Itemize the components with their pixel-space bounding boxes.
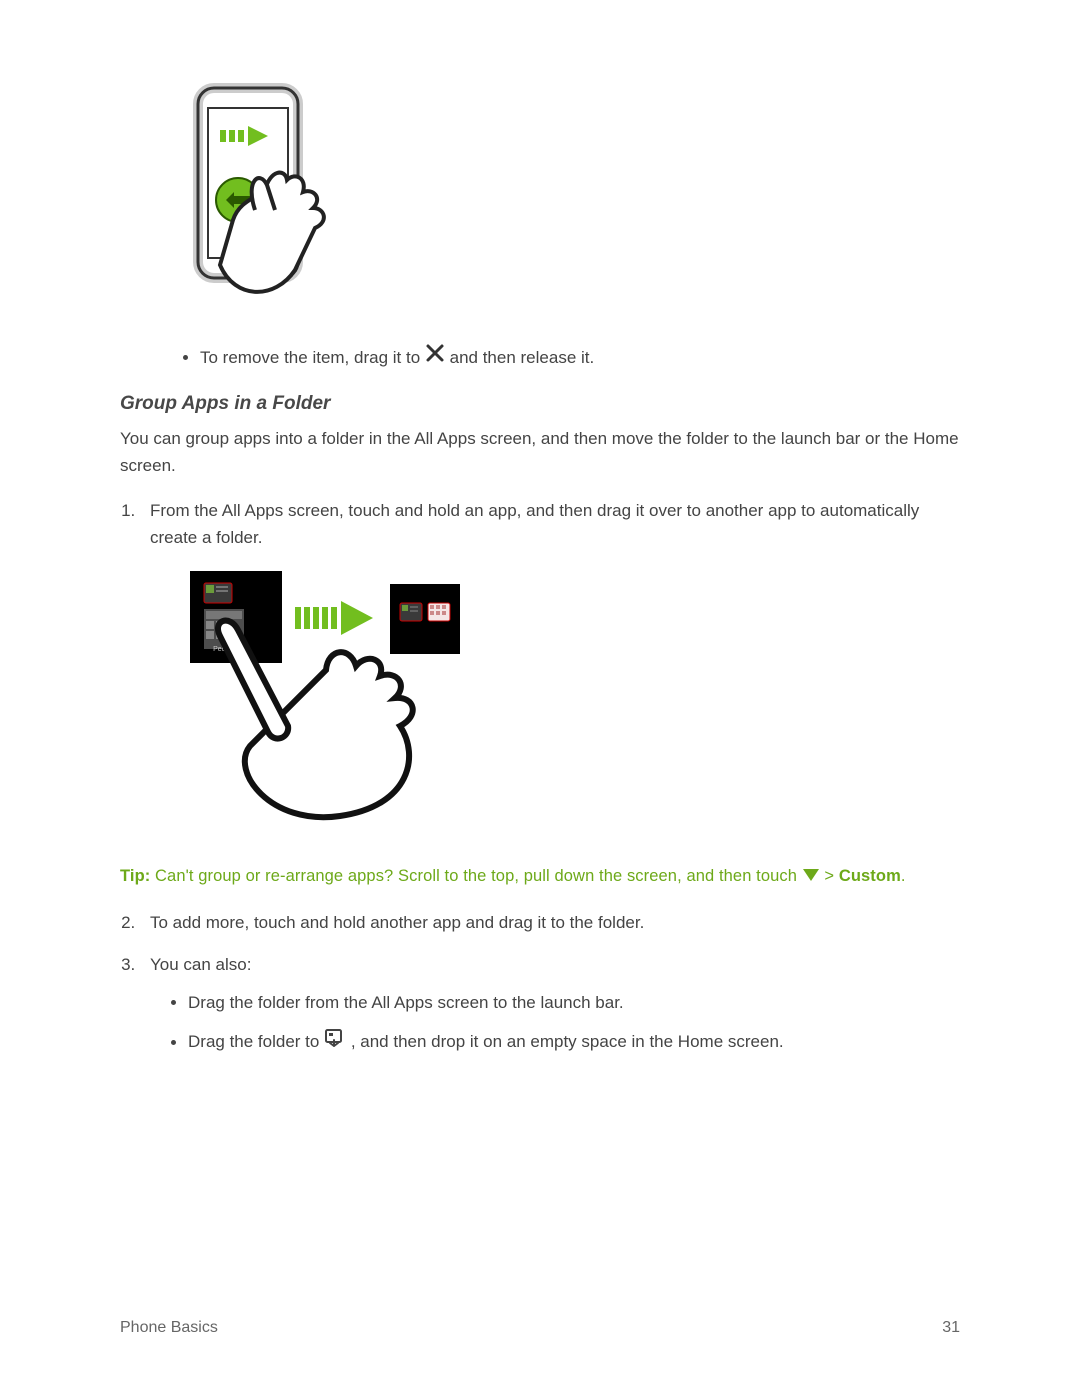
step-1-text: From the All Apps screen, touch and hold… [150, 501, 919, 547]
tip-gt: > [820, 867, 834, 885]
step-3: You can also: Drag the folder from the A… [140, 951, 960, 1057]
remove-item-bullet: To remove the item, drag it to and then … [200, 345, 960, 373]
step-2: To add more, touch and hold another app … [140, 909, 960, 936]
x-icon [425, 343, 445, 371]
footer-section: Phone Basics [120, 1319, 218, 1337]
footer-page-number: 31 [942, 1319, 960, 1337]
step-3-sublist: Drag the folder from the All Apps screen… [188, 990, 960, 1057]
sub-bullet-2-post: , and then drop it on an empty space in … [351, 1033, 784, 1052]
sub-bullet-1: Drag the folder from the All Apps screen… [188, 990, 960, 1016]
dropdown-triangle-icon [802, 865, 820, 890]
remove-item-pre: To remove the item, drag it to [200, 348, 425, 367]
steps-list-continued: To add more, touch and hold another app … [140, 909, 960, 1056]
document-page: To remove the item, drag it to and then … [0, 0, 1080, 1397]
tip-label: Tip: [120, 867, 150, 885]
sub-bullet-2: Drag the folder to , and then drop it on… [188, 1029, 960, 1057]
page-footer: Phone Basics 31 [120, 1319, 960, 1337]
remove-item-post: and then release it. [450, 348, 595, 367]
home-shortcut-icon [324, 1029, 346, 1057]
illustration-folder-creation: People [190, 571, 960, 839]
steps-list: From the All Apps screen, touch and hold… [140, 497, 960, 840]
step-3-text: You can also: [150, 955, 251, 974]
step-1: From the All Apps screen, touch and hold… [140, 497, 960, 840]
tip-custom: Custom [839, 867, 901, 885]
tip-paragraph: Tip: Can't group or re-arrange apps? Scr… [120, 864, 960, 889]
section-heading: Group Apps in a Folder [120, 393, 960, 415]
illustration-phone-gesture [170, 80, 960, 315]
remove-item-bullet-list: To remove the item, drag it to and then … [200, 345, 960, 373]
sub-bullet-2-pre: Drag the folder to [188, 1033, 324, 1052]
intro-paragraph: You can group apps into a folder in the … [120, 425, 960, 479]
tip-body: Can't group or re-arrange apps? Scroll t… [150, 867, 801, 885]
tip-period: . [901, 867, 906, 885]
